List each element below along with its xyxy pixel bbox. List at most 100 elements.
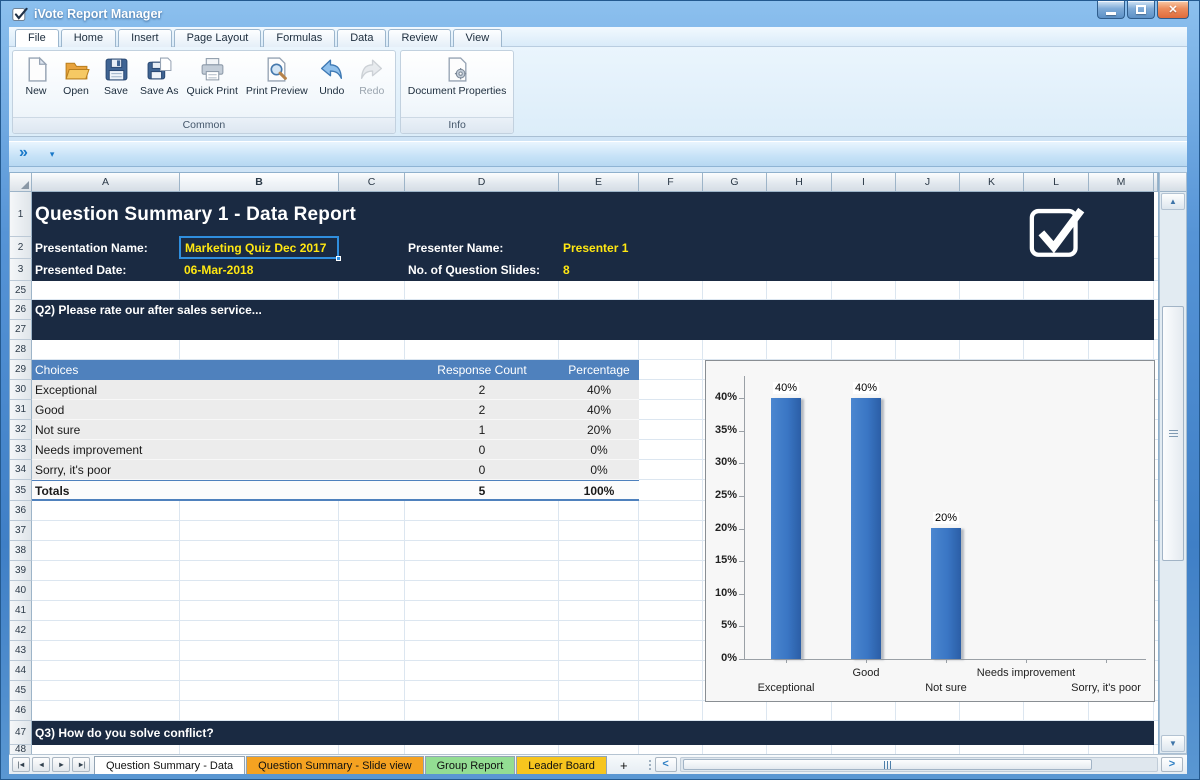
grid-cell[interactable] <box>559 281 639 300</box>
row-header-3[interactable]: 3 <box>10 259 32 281</box>
row-header-33[interactable]: 33 <box>10 440 32 460</box>
grid-cell[interactable] <box>405 601 559 621</box>
ribbon-tab-insert[interactable]: Insert <box>118 29 172 47</box>
ribbon-tab-formulas[interactable]: Formulas <box>263 29 335 47</box>
grid-cell[interactable] <box>559 621 639 641</box>
row-header-37[interactable]: 37 <box>10 521 32 541</box>
grid-cell[interactable] <box>639 501 703 521</box>
row-header-1[interactable]: 1 <box>10 192 32 237</box>
column-header-J[interactable]: J <box>896 173 960 192</box>
cell-D34[interactable]: 0 <box>405 460 559 480</box>
cell-E29[interactable]: Percentage <box>559 360 639 380</box>
column-header-M[interactable]: M <box>1089 173 1154 192</box>
bar-not-sure[interactable] <box>931 528 961 659</box>
row-header-45[interactable]: 45 <box>10 681 32 701</box>
grid-cell[interactable] <box>180 601 339 621</box>
grid-cell[interactable] <box>767 701 832 721</box>
grid-cell[interactable] <box>703 281 767 300</box>
grid-cell[interactable] <box>180 661 339 681</box>
open-button[interactable]: Open <box>56 53 96 98</box>
grid-cell[interactable] <box>180 340 339 360</box>
last-sheet-button[interactable]: ►| <box>72 757 90 772</box>
grid-cell[interactable] <box>639 281 703 300</box>
grid-cell[interactable] <box>405 541 559 561</box>
grid-cell[interactable] <box>639 460 703 480</box>
grid-cell[interactable] <box>559 701 639 721</box>
grid-cell[interactable] <box>960 281 1024 300</box>
grid-cell[interactable] <box>32 661 180 681</box>
grid-cell[interactable] <box>639 400 703 420</box>
cell-A35[interactable]: Totals <box>35 480 69 501</box>
grid-cell[interactable] <box>339 701 405 721</box>
row-header-39[interactable]: 39 <box>10 561 32 581</box>
sheet-tab-question-summary-slide-view[interactable]: Question Summary - Slide view <box>246 756 423 774</box>
scroll-up-icon[interactable]: ▲ <box>1161 193 1185 210</box>
row-header-38[interactable]: 38 <box>10 541 32 561</box>
cell-A1[interactable]: Question Summary 1 - Data Report <box>35 192 356 237</box>
grid-cell[interactable] <box>180 541 339 561</box>
column-header-E[interactable]: E <box>559 173 639 192</box>
column-header-B[interactable]: B <box>180 173 339 192</box>
cell-D3[interactable]: No. of Question Slides: <box>408 259 540 281</box>
cell-E34[interactable]: 0% <box>559 460 639 480</box>
row-header-28[interactable]: 28 <box>10 340 32 360</box>
grid-cell[interactable] <box>405 501 559 521</box>
ribbon-tab-data[interactable]: Data <box>337 29 386 47</box>
grid-cell[interactable] <box>767 340 832 360</box>
grid-cell[interactable] <box>339 340 405 360</box>
grid-cell[interactable] <box>1154 281 1158 300</box>
row-header-31[interactable]: 31 <box>10 400 32 420</box>
grid-cell[interactable] <box>639 621 703 641</box>
grid-cell[interactable] <box>405 621 559 641</box>
column-header-D[interactable]: D <box>405 173 559 192</box>
grid-cell[interactable] <box>559 561 639 581</box>
bar-exceptional[interactable] <box>771 398 801 659</box>
grid-cell[interactable] <box>639 641 703 661</box>
grid-cell[interactable] <box>32 340 180 360</box>
ribbon-tab-view[interactable]: View <box>453 29 503 47</box>
row-header-29[interactable]: 29 <box>10 360 32 380</box>
scroll-right-icon[interactable]: > <box>1161 757 1183 772</box>
grid-cell[interactable] <box>639 561 703 581</box>
cell-A26[interactable]: Q2) Please rate our after sales service.… <box>35 300 262 320</box>
cell-D29[interactable]: Response Count <box>405 360 559 380</box>
grid-cell[interactable] <box>639 420 703 440</box>
grid-cell[interactable] <box>32 501 180 521</box>
grid-cell[interactable] <box>832 281 896 300</box>
cell-D30[interactable]: 2 <box>405 380 559 400</box>
row-header-27[interactable]: 27 <box>10 320 32 340</box>
cell-E35[interactable]: 100% <box>559 480 639 501</box>
grid-cell[interactable] <box>639 480 703 501</box>
cell-A32[interactable]: Not sure <box>35 420 80 440</box>
grid-cell[interactable] <box>1154 320 1158 340</box>
grid-cell[interactable] <box>405 661 559 681</box>
row-header-42[interactable]: 42 <box>10 621 32 641</box>
cell-E31[interactable]: 40% <box>559 400 639 420</box>
grid-cell[interactable] <box>1154 300 1158 320</box>
cell-A34[interactable]: Sorry, it's poor <box>35 460 111 480</box>
grid-cell[interactable] <box>703 340 767 360</box>
cell-A29[interactable]: Choices <box>35 360 78 380</box>
grid-cell[interactable] <box>339 661 405 681</box>
cell-A31[interactable]: Good <box>35 400 64 420</box>
grid-cell[interactable] <box>405 641 559 661</box>
grid-cell[interactable] <box>339 621 405 641</box>
grid-cell[interactable] <box>405 561 559 581</box>
save-as-button[interactable]: Save As <box>136 53 183 98</box>
column-header-L[interactable]: L <box>1024 173 1089 192</box>
grid-cell[interactable] <box>559 340 639 360</box>
grid-cell[interactable] <box>180 681 339 701</box>
sheet-tab-leader-board[interactable]: Leader Board <box>516 756 607 774</box>
grid-cell[interactable] <box>559 601 639 621</box>
grid-cell[interactable] <box>1154 259 1158 281</box>
grid-cell[interactable] <box>639 681 703 701</box>
grid-cell[interactable] <box>32 521 180 541</box>
next-sheet-button[interactable]: ► <box>52 757 70 772</box>
selected-cell-B2[interactable]: Marketing Quiz Dec 2017 <box>179 236 339 259</box>
grid-cell[interactable] <box>180 701 339 721</box>
cell-D35[interactable]: 5 <box>405 480 559 501</box>
grid-cell[interactable] <box>32 701 180 721</box>
grid-cell[interactable] <box>1154 237 1158 259</box>
grid-cell[interactable] <box>180 621 339 641</box>
grid-cell[interactable] <box>405 340 559 360</box>
